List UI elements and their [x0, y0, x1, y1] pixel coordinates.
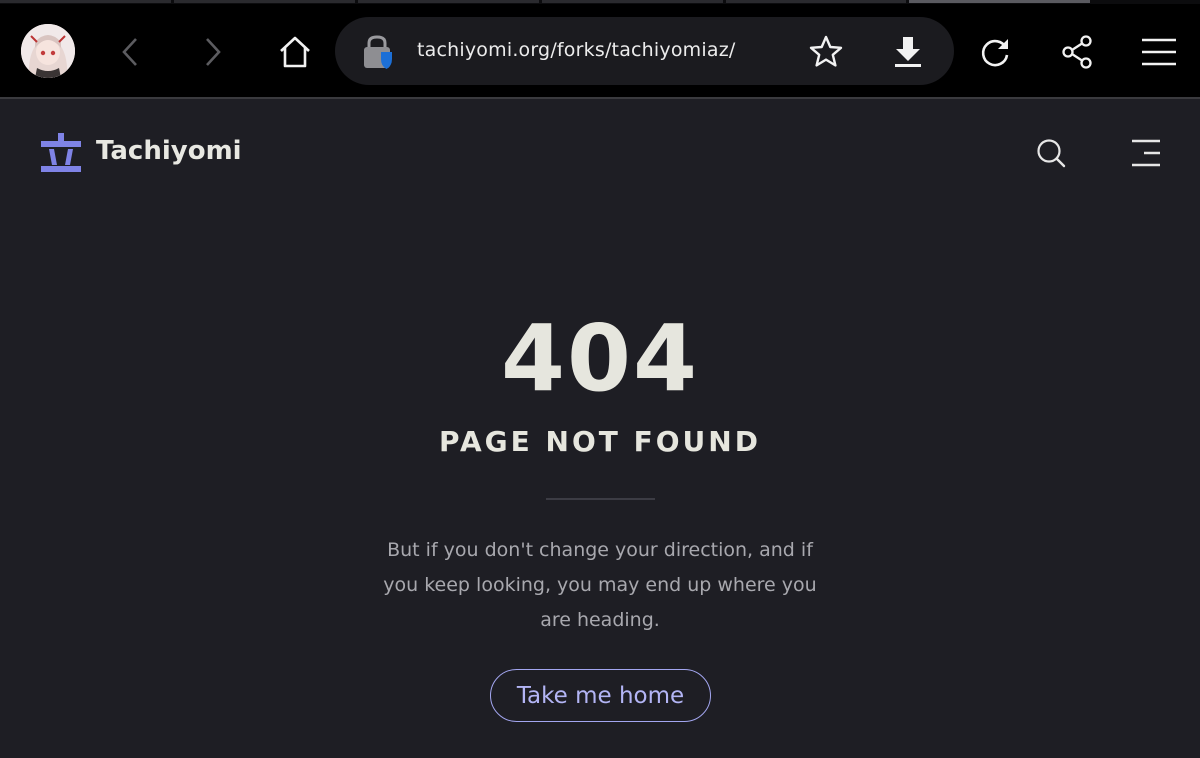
share-icon: [1062, 35, 1092, 69]
browser-toolbar: tachiyomi.org/forks/tachiyomiaz/: [0, 4, 1200, 99]
reload-icon: [981, 39, 1009, 67]
site-name[interactable]: Tachiyomi: [96, 136, 242, 166]
site-menu-button[interactable]: [1130, 138, 1164, 168]
download-button[interactable]: [887, 32, 929, 72]
reload-button[interactable]: [974, 31, 1016, 73]
error-code: 404: [500, 305, 700, 412]
tab-indicator[interactable]: [0, 0, 171, 3]
error-title: PAGE NOT FOUND: [439, 425, 761, 458]
tab-indicator[interactable]: [174, 0, 355, 3]
home-icon: [280, 36, 310, 68]
url-text[interactable]: tachiyomi.org/forks/tachiyomiaz/: [417, 39, 735, 61]
tab-indicator[interactable]: [358, 0, 539, 3]
browser-menu-button[interactable]: [1138, 31, 1180, 73]
lock-shield-icon: [364, 35, 392, 69]
error-message: But if you don't change your direction, …: [383, 539, 817, 631]
chevron-right-icon: [206, 38, 221, 66]
tachiyomi-logo[interactable]: [40, 132, 82, 174]
divider: [546, 498, 655, 500]
not-found-section: 404 PAGE NOT FOUND But if you don't chan…: [0, 205, 1200, 758]
take-me-home-button[interactable]: Take me home: [490, 669, 711, 722]
hamburger-menu-icon: [1142, 38, 1176, 66]
back-button[interactable]: [112, 32, 148, 72]
chevron-left-icon: [122, 38, 137, 66]
search-icon: [1037, 139, 1066, 168]
bookmark-button[interactable]: [805, 32, 847, 72]
tab-indicator-active[interactable]: [909, 0, 1090, 3]
site-security-button[interactable]: [357, 34, 397, 70]
tab-indicator[interactable]: [726, 0, 906, 3]
site-header: Tachiyomi: [0, 101, 1200, 205]
download-icon: [895, 37, 921, 67]
forward-button[interactable]: [195, 32, 231, 72]
search-button[interactable]: [1034, 136, 1068, 170]
star-icon: [809, 35, 843, 67]
home-button[interactable]: [274, 31, 316, 73]
address-bar[interactable]: tachiyomi.org/forks/tachiyomiaz/: [335, 17, 954, 85]
user-avatar[interactable]: [21, 24, 75, 78]
share-button[interactable]: [1056, 31, 1098, 73]
menu-icon: [1132, 139, 1160, 167]
tab-indicator[interactable]: [542, 0, 723, 3]
